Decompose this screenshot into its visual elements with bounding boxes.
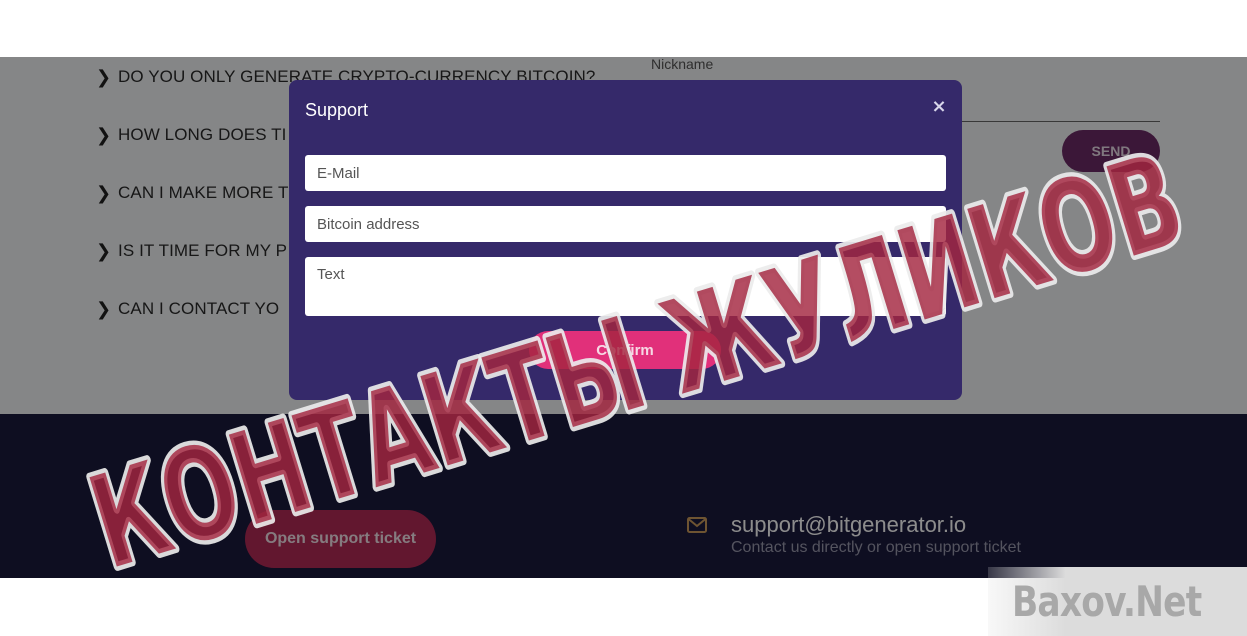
confirm-button[interactable]: Confirm (529, 331, 721, 369)
modal-title: Support (305, 100, 369, 120)
close-icon[interactable]: × (929, 96, 949, 117)
email-field[interactable] (305, 155, 946, 191)
message-textarea[interactable] (305, 257, 946, 316)
support-modal: Support × Confirm (289, 80, 962, 400)
bitcoin-address-field[interactable] (305, 206, 946, 242)
site-watermark: Baxov.Net (1012, 577, 1202, 626)
page-top (0, 0, 1247, 57)
